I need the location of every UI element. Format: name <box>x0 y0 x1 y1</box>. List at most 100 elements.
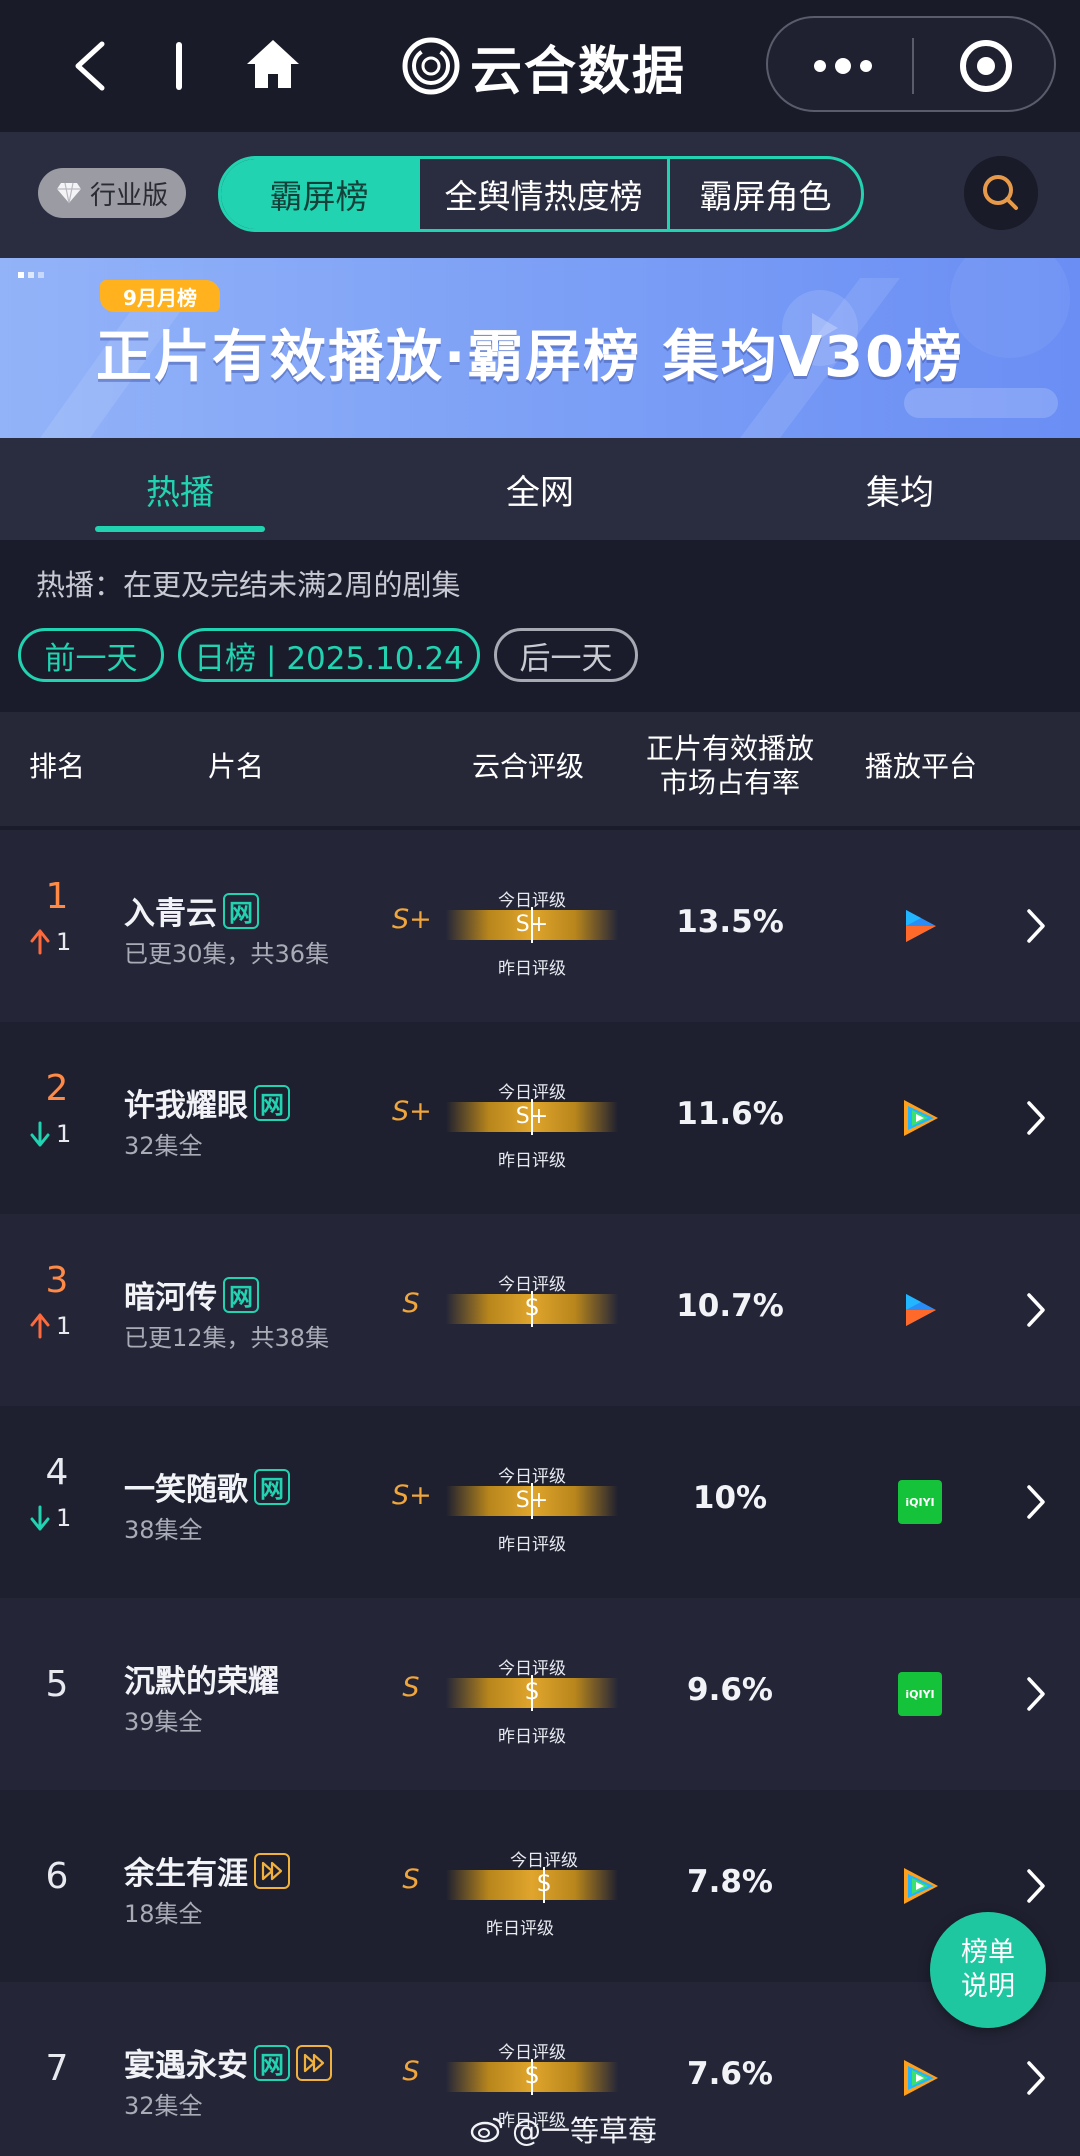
chevron-right-icon[interactable] <box>1024 1866 1048 1906</box>
chevron-right-icon[interactable] <box>1024 1098 1048 1138</box>
chart-explanation-button[interactable]: 榜单 说明 <box>930 1912 1046 2028</box>
close-target-icon[interactable] <box>958 38 1014 94</box>
market-share: 9.6% <box>687 1672 773 1708</box>
chevron-right-icon[interactable] <box>1024 1290 1048 1330</box>
rank-trend: 1 <box>30 1504 90 1532</box>
more-icon[interactable] <box>808 48 878 84</box>
market-share: 10% <box>692 1480 768 1516</box>
mini-program-capsule <box>766 16 1056 112</box>
market-share: 13.5% <box>676 904 784 940</box>
meter-yesterday-label: 昨日评级 <box>486 1919 554 1939</box>
grade-value: S+ <box>392 1096 432 1127</box>
next-day-button[interactable]: 后一天 <box>494 628 638 682</box>
drama-title-text: 入青云 <box>124 896 217 932</box>
table-row[interactable]: 1 1 入青云网已更30集，共36集 S+ 今日评级 S+ 昨日评级 13.5% <box>0 830 1080 1022</box>
tab-per-episode[interactable]: 集均 <box>815 438 985 540</box>
banner-dots <box>18 272 44 278</box>
drama-title-text: 余生有涯 <box>124 1856 248 1892</box>
meter-yesterday-label: 昨日评级 <box>498 1535 566 1555</box>
iqiyi-icon[interactable]: iQIYI <box>898 1672 942 1716</box>
drama-title[interactable]: 许我耀眼网 <box>124 1080 290 1125</box>
banner[interactable]: 9月月榜 正片有效播放·霸屏榜 集均V30榜 <box>0 258 1080 438</box>
rank-trend-value: 1 <box>56 928 72 956</box>
tencent-icon[interactable] <box>898 2056 942 2100</box>
episode-status: 39集全 <box>124 1708 203 1736</box>
meter-grade-value: S <box>525 1296 539 1321</box>
table-header: 排名 片名 云合评级 正片有效播放 市场占有率 播放平台 <box>0 712 1080 826</box>
drama-title[interactable]: 一笑随歌网 <box>124 1464 290 1509</box>
chart-type-segmented-control: 霸屏榜 全舆情热度榜 霸屏角色 <box>218 156 864 232</box>
net-drama-badge: 网 <box>254 2044 290 2081</box>
table-row[interactable]: 2 1 许我耀眼网 32集全 S+ 今日评级 S+ 昨日评级 11.6% <box>0 1022 1080 1214</box>
header-share-line1: 正片有效播放 <box>645 732 814 765</box>
back-icon[interactable] <box>68 38 114 94</box>
tab-all-network[interactable]: 全网 <box>455 438 625 540</box>
tencent-icon[interactable] <box>898 1096 942 1140</box>
tencent-icon[interactable] <box>898 1864 942 1908</box>
tab-underline <box>95 526 265 532</box>
chevron-right-icon[interactable] <box>1024 1674 1048 1714</box>
market-share: 11.6% <box>676 1096 784 1132</box>
episode-status: 已更30集，共36集 <box>124 940 330 968</box>
table-row[interactable]: 4 1 一笑随歌网 38集全 S+ 今日评级 S+ 昨日评级 10% iQIYI <box>0 1406 1080 1598</box>
chevron-right-icon[interactable] <box>1024 2058 1048 2098</box>
rank-trend-value: 1 <box>56 1504 72 1532</box>
capsule-divider <box>912 38 914 94</box>
date-selector[interactable]: 日榜 | 2025.10.24 <box>178 628 480 682</box>
drama-title-text: 沉默的荣耀 <box>124 1664 279 1700</box>
brand-name: 云合数据 <box>470 41 687 102</box>
chevron-right-icon[interactable] <box>1024 1482 1048 1522</box>
fast-forward-icon <box>303 2053 325 2072</box>
banner-tag: 9月月榜 <box>100 280 220 312</box>
drama-title[interactable]: 沉默的荣耀 <box>124 1656 279 1701</box>
drama-title[interactable]: 余生有涯 <box>124 1848 290 1893</box>
table-row[interactable]: 5 沉默的荣耀 39集全 S 今日评级 S 昨日评级 9.6% iQIYI <box>0 1598 1080 1790</box>
meter-grade-value: S+ <box>515 912 549 937</box>
segment-quanyuqing[interactable]: 全舆情热度榜 <box>417 159 667 229</box>
rank-trend: 1 <box>30 928 90 956</box>
header-platform: 播放平台 <box>864 750 977 783</box>
net-drama-badge: 网 <box>254 1468 290 1505</box>
filter-bar: 行业版 霸屏榜 全舆情热度榜 霸屏角色 <box>0 132 1080 258</box>
drama-title-text: 宴遇永安 <box>124 2048 248 2084</box>
banner-title: 正片有效播放·霸屏榜 集均V30榜 <box>96 325 965 390</box>
prev-day-button[interactable]: 前一天 <box>18 628 164 682</box>
table-row[interactable]: 6 余生有涯 18集全 S 今日评级 S 昨日评级 7.8% <box>0 1790 1080 1982</box>
drama-title[interactable]: 宴遇永安网 <box>124 2040 332 2085</box>
table-row[interactable]: 3 1 暗河传网已更12集，共38集 S 今日评级 S 10.7% <box>0 1214 1080 1406</box>
segment-bapingbang[interactable]: 霸屏榜 <box>221 159 417 229</box>
drama-title-text: 暗河传 <box>124 1280 217 1316</box>
meter-grade-value: S <box>525 1680 539 1705</box>
iqiyi-icon[interactable]: iQIYI <box>898 1480 942 1524</box>
net-drama-badge: 网 <box>223 892 259 929</box>
edition-badge[interactable]: 行业版 <box>38 168 186 218</box>
fast-forward-icon <box>261 1861 283 1880</box>
rank-trend-value: 1 <box>56 1312 72 1340</box>
net-drama-badge: 网 <box>223 1276 259 1313</box>
hot-description: 热播：在更及完结未满2周的剧集 <box>36 568 461 602</box>
meter-yesterday-label: 昨日评级 <box>498 1727 566 1747</box>
net-drama-badge: 网 <box>254 1084 290 1121</box>
youku-icon[interactable] <box>898 904 942 948</box>
header-grade: 云合评级 <box>471 750 584 783</box>
header-title: 片名 <box>207 750 264 783</box>
tab-hot[interactable]: 热播 <box>95 438 265 540</box>
segment-bapingjuese[interactable]: 霸屏角色 <box>667 159 861 229</box>
brand-logo-icon <box>402 37 460 95</box>
chevron-right-icon[interactable] <box>1024 906 1048 946</box>
meter-grade-value: S <box>537 1872 551 1897</box>
youku-icon[interactable] <box>898 1288 942 1332</box>
rank-up-arrow-icon <box>30 1313 50 1339</box>
drama-title[interactable]: 入青云网 <box>124 888 259 933</box>
rank-trend-value: 1 <box>56 1120 72 1148</box>
episode-status: 已更12集，共38集 <box>124 1324 330 1352</box>
search-icon[interactable] <box>964 156 1038 230</box>
meter-grade-value: S+ <box>515 1104 549 1129</box>
home-icon[interactable] <box>244 36 302 92</box>
diamond-icon <box>56 182 81 204</box>
top-nav: 云合数据 <box>0 0 1080 132</box>
edition-label: 行业版 <box>89 180 168 211</box>
header-rank: 排名 <box>28 750 85 783</box>
drama-title[interactable]: 暗河传网 <box>124 1272 259 1317</box>
range-tabs: 热播 全网 集均 <box>0 438 1080 540</box>
